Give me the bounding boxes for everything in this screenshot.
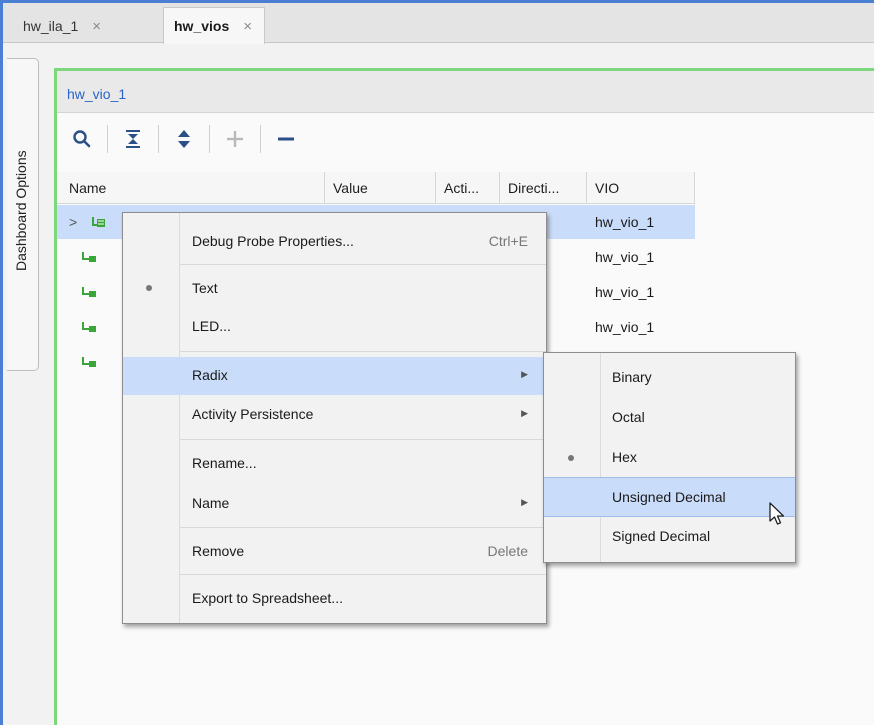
menu-item-label: Rename...	[192, 455, 257, 471]
column-header-vio[interactable]: VIO	[587, 172, 695, 204]
remove-icon[interactable]	[271, 124, 301, 154]
panel-title: hw_vio_1	[67, 86, 127, 102]
tab-hw-vios[interactable]: hw_vios ×	[163, 7, 266, 44]
menu-item-label: Remove	[192, 543, 245, 559]
menu-separator	[180, 527, 546, 528]
menu-item-shortcut: Ctrl+E	[488, 233, 528, 249]
menu-separator	[180, 264, 546, 265]
mouse-cursor-icon	[769, 502, 785, 525]
row-vio-cell: hw_vio_1	[595, 284, 655, 300]
toolbar-separator	[260, 125, 261, 153]
submenu-item-octal[interactable]: Octal	[544, 398, 795, 438]
menu-item-remove[interactable]: Remove Delete	[123, 533, 546, 571]
menu-separator	[180, 351, 546, 352]
search-icon[interactable]	[67, 124, 97, 154]
menu-item-label: Activity Persistence	[192, 406, 314, 422]
menu-item-text[interactable]: Text	[123, 270, 546, 308]
menu-item-label: Radix	[192, 367, 228, 383]
radio-checked-icon	[146, 285, 152, 291]
menu-item-rename[interactable]: Rename...	[123, 445, 546, 483]
toolbar-separator	[158, 125, 159, 153]
context-menu: Debug Probe Properties... Ctrl+E Text LE…	[122, 212, 547, 624]
panel-title-bar: hw_vio_1	[57, 71, 874, 113]
submenu-item-binary[interactable]: Binary	[544, 358, 795, 398]
probe-icon	[82, 287, 96, 297]
toolbar-separator	[209, 125, 210, 153]
add-icon[interactable]	[220, 124, 250, 154]
expand-arrow-icon[interactable]: >	[69, 214, 77, 230]
menu-item-label: Debug Probe Properties...	[192, 233, 354, 249]
row-vio-cell: hw_vio_1	[595, 214, 655, 230]
probe-bus-icon	[92, 217, 105, 227]
menu-separator	[180, 439, 546, 440]
menu-item-radix[interactable]: Radix ▶	[123, 357, 546, 395]
submenu-arrow-icon: ▶	[521, 369, 528, 379]
menu-item-activity-persistence[interactable]: Activity Persistence ▶	[123, 396, 546, 434]
radix-submenu: Binary Octal Hex Unsigned Decimal Signed…	[543, 352, 796, 563]
tab-hw-ila-1[interactable]: hw_ila_1 ×	[23, 9, 101, 43]
submenu-item-signed-decimal[interactable]: Signed Decimal	[544, 517, 795, 557]
submenu-item-label: Unsigned Decimal	[612, 489, 726, 505]
submenu-item-unsigned-decimal[interactable]: Unsigned Decimal	[544, 477, 795, 517]
column-header-activity[interactable]: Acti...	[436, 172, 500, 204]
menu-item-name[interactable]: Name ▶	[123, 485, 546, 523]
menu-separator	[180, 574, 546, 575]
expand-all-icon[interactable]	[169, 124, 199, 154]
tab-label: hw_vios	[174, 18, 230, 34]
menu-item-label: Name	[192, 495, 230, 511]
table-header: Name Value Acti... Directi... VIO	[57, 172, 695, 204]
submenu-item-label: Signed Decimal	[612, 528, 711, 544]
toolbar	[57, 116, 874, 162]
close-icon[interactable]: ×	[92, 18, 101, 35]
row-vio-cell: hw_vio_1	[595, 319, 655, 335]
probe-icon	[82, 322, 96, 332]
probe-icon	[82, 357, 96, 367]
tab-bar: hw_ila_1 × hw_vios ×	[3, 3, 874, 44]
column-header-direction[interactable]: Directi...	[500, 172, 587, 204]
probe-icon	[82, 252, 96, 262]
submenu-arrow-icon: ▶	[521, 497, 528, 507]
menu-item-export-to-spreadsheet[interactable]: Export to Spreadsheet...	[123, 580, 546, 618]
dashboard-options-tab[interactable]: Dashboard Options	[7, 58, 39, 371]
menu-item-label: LED...	[192, 318, 231, 334]
menu-item-led[interactable]: LED...	[123, 308, 546, 346]
submenu-item-label: Octal	[612, 409, 645, 425]
row-vio-cell: hw_vio_1	[595, 249, 655, 265]
tab-label: hw_ila_1	[23, 18, 79, 34]
menu-item-label: Text	[192, 280, 218, 296]
collapse-all-icon[interactable]	[118, 124, 148, 154]
menu-item-shortcut: Delete	[487, 543, 528, 559]
submenu-item-hex[interactable]: Hex	[544, 438, 795, 478]
toolbar-separator	[107, 125, 108, 153]
menu-item-debug-probe-properties[interactable]: Debug Probe Properties... Ctrl+E	[123, 223, 546, 261]
close-icon[interactable]: ×	[243, 18, 252, 35]
column-header-value[interactable]: Value	[325, 172, 436, 204]
radio-checked-icon	[568, 455, 574, 461]
submenu-arrow-icon: ▶	[521, 408, 528, 418]
dashboard-options-label: Dashboard Options	[13, 150, 29, 271]
submenu-item-label: Binary	[612, 369, 652, 385]
menu-item-label: Export to Spreadsheet...	[192, 590, 343, 606]
submenu-item-label: Hex	[612, 449, 637, 465]
column-header-name[interactable]: Name	[57, 172, 325, 204]
